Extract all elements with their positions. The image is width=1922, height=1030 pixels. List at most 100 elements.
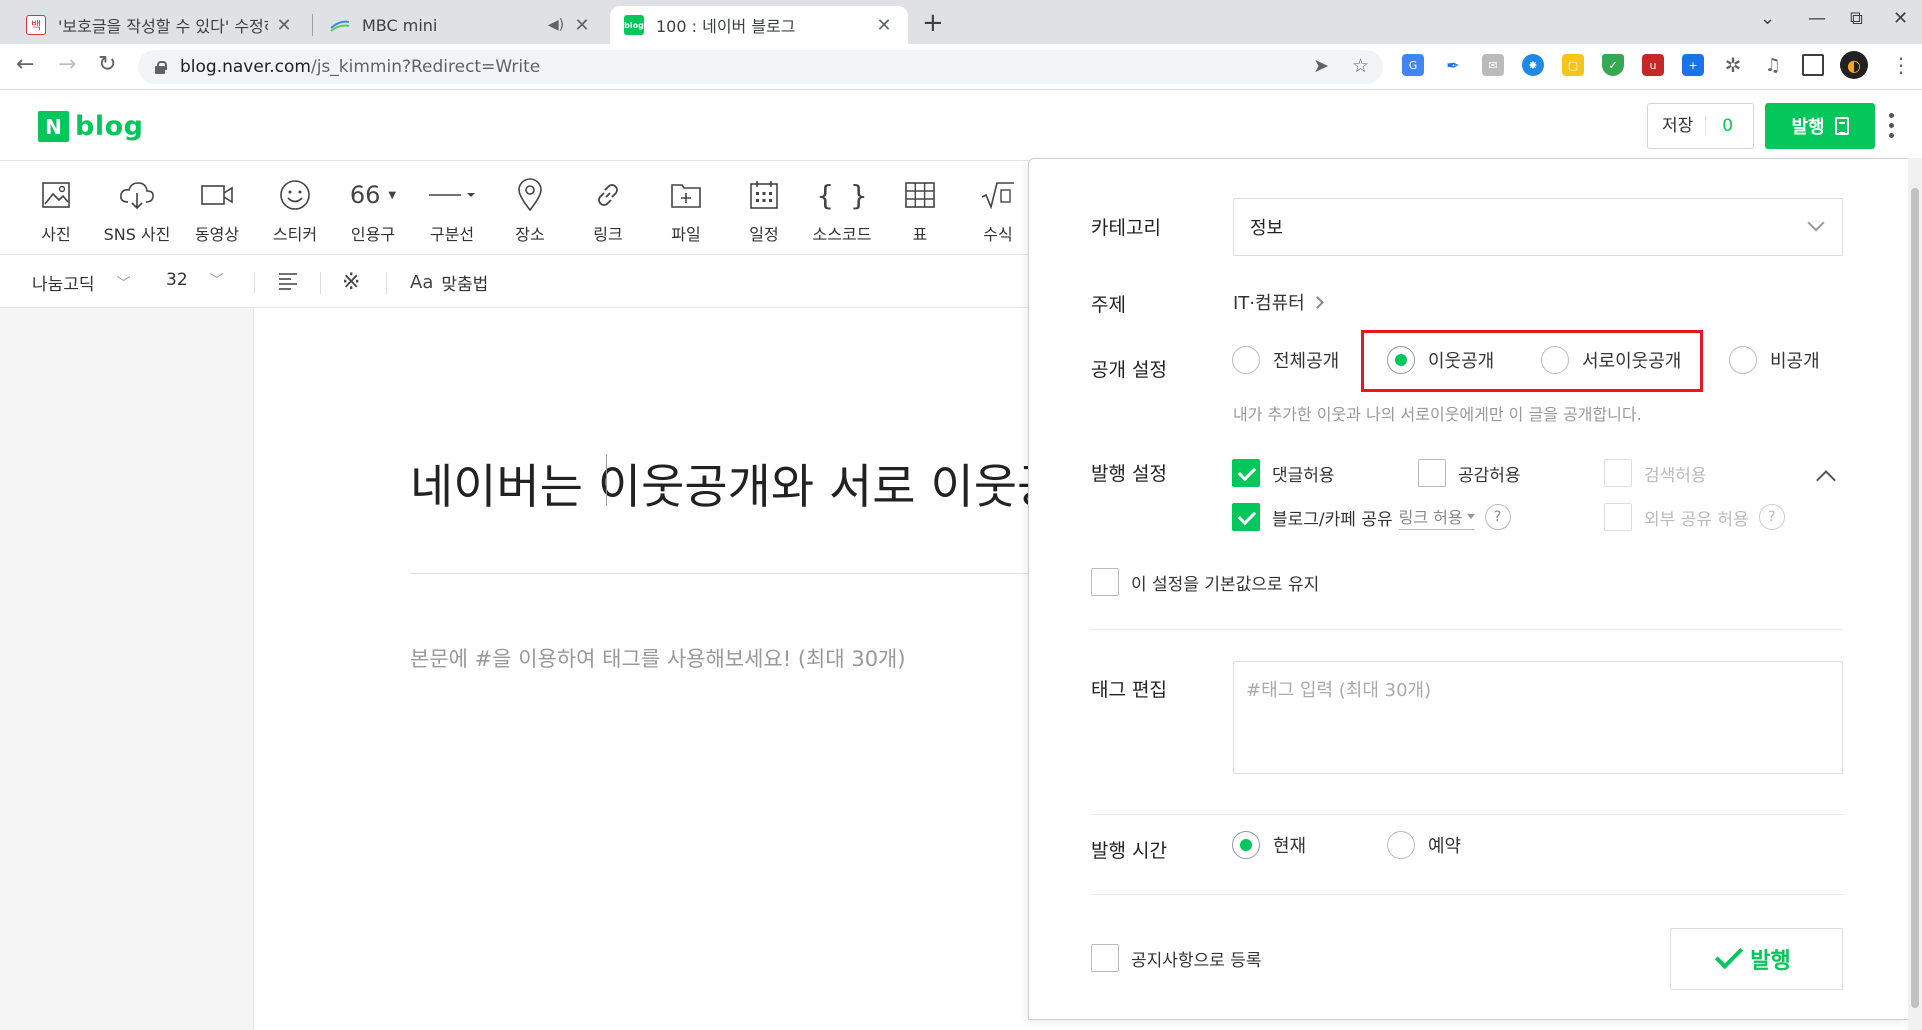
radio-public[interactable]: 전체공개 <box>1232 346 1339 374</box>
plus-extension-icon[interactable]: + <box>1682 54 1704 76</box>
browser-tab-3-active[interactable]: blog 100 : 네이버 블로그 ✕ <box>610 6 908 44</box>
scrollbar-thumb[interactable] <box>1911 188 1919 1008</box>
browser-tab-2[interactable]: MBC mini ◀) ✕ <box>316 6 606 44</box>
globe-extension-icon[interactable]: ✸ <box>1522 54 1544 76</box>
profile-avatar[interactable]: ◐ <box>1840 51 1868 79</box>
radio-time-now[interactable]: 현재 <box>1232 831 1306 859</box>
url-path: /js_kimmin?Redirect=Write <box>310 57 541 77</box>
tag-input[interactable]: #태그 입력 (최대 30개) <box>1233 661 1843 774</box>
topic-value: IT·컴퓨터 <box>1233 293 1305 314</box>
checkbox-checked <box>1232 503 1260 531</box>
naver-blog-logo[interactable]: N blog <box>38 111 143 142</box>
checkbox-allow-share[interactable]: 블로그/카페 공유 링크 허용 ? <box>1232 503 1511 531</box>
radio-time-reserve[interactable]: 예약 <box>1387 831 1461 859</box>
post-title[interactable]: 네이버는 이웃공개와 서로 이웃공개를 <box>410 448 1030 517</box>
tool-photo[interactable]: 사진 <box>17 175 95 245</box>
minimize-icon[interactable]: — <box>1808 8 1826 29</box>
checkbox-allow-comments[interactable]: 댓글허용 <box>1232 459 1335 487</box>
ublock-extension-icon[interactable]: u <box>1642 54 1664 76</box>
spellcheck-label: 맞춤법 <box>441 275 489 295</box>
checkbox-allow-search: 검색허용 <box>1604 459 1707 487</box>
saved-count[interactable]: 0 <box>1706 116 1733 136</box>
publish-button[interactable]: 발행 <box>1670 928 1843 990</box>
font-size-select[interactable]: 32 ﹀ <box>166 270 224 290</box>
shield-extension-icon[interactable]: ✓ <box>1602 54 1624 76</box>
reload-icon[interactable]: ↻ <box>98 52 116 77</box>
bookmark-star-icon[interactable]: ☆ <box>1352 55 1369 77</box>
video-icon <box>178 175 256 215</box>
body-placeholder[interactable]: 본문에 #을 이용하여 태그를 사용해보세요! (최대 30개) <box>410 643 906 673</box>
send-icon[interactable]: ➤ <box>1313 55 1329 77</box>
forward-icon[interactable]: → <box>58 52 76 77</box>
tag-label: 태그 편집 <box>1091 679 1167 701</box>
checkbox-label: 외부 공유 허용 <box>1644 509 1749 530</box>
topic-selector[interactable]: IT·컴퓨터 <box>1233 289 1324 315</box>
page-scrollbar[interactable] <box>1908 158 1922 1030</box>
lock-icon <box>154 61 167 74</box>
tool-sns-photo[interactable]: SNS 사진 <box>98 175 176 245</box>
translate-extension-icon[interactable]: G <box>1402 54 1424 76</box>
tool-schedule[interactable]: 일정 <box>725 175 803 245</box>
chrome-menu-icon[interactable]: ⋮ <box>1890 53 1912 77</box>
map-pin-icon <box>491 175 569 215</box>
radio-private[interactable]: 비공개 <box>1729 346 1820 374</box>
publish-time-label: 발행 시간 <box>1091 840 1167 862</box>
special-char-button[interactable]: ※ <box>342 270 360 295</box>
checkbox-allow-likes[interactable]: 공감허용 <box>1418 459 1521 487</box>
address-bar[interactable]: blog.naver.com/js_kimmin?Redirect=Write … <box>138 50 1383 84</box>
collapse-chevron-up-icon[interactable] <box>1816 470 1836 490</box>
tool-place[interactable]: 장소 <box>491 175 569 245</box>
tool-label: 인용구 <box>350 225 396 244</box>
browser-tab-1[interactable]: 백 '보호글을 작성할 수 있다' 수정하 ✕ <box>12 6 308 44</box>
help-icon[interactable]: ? <box>1758 504 1785 530</box>
checkbox-register-notice[interactable]: 공지사항으로 등록 <box>1091 944 1262 972</box>
close-tab-icon[interactable]: ✕ <box>572 15 592 36</box>
window-close-icon[interactable]: ✕ <box>1893 8 1908 29</box>
close-tab-icon[interactable]: ✕ <box>274 15 294 36</box>
quote-glyph: 66 <box>349 181 381 209</box>
naver-n-mark: N <box>38 111 69 142</box>
share-mode-select[interactable]: 링크 허용 <box>1398 504 1475 530</box>
tool-video[interactable]: 동영상 <box>178 175 256 245</box>
tab-search-chevron-icon[interactable]: ⌄ <box>1760 8 1775 29</box>
category-select[interactable]: 정보 <box>1233 198 1843 256</box>
close-tab-icon[interactable]: ✕ <box>874 15 894 36</box>
pen-extension-icon[interactable]: ✒ <box>1442 54 1464 76</box>
checkbox-label: 검색허용 <box>1644 465 1707 486</box>
tool-link[interactable]: 링크 <box>569 175 647 245</box>
save-button[interactable]: 저장 0 <box>1647 103 1754 149</box>
side-panel-icon[interactable] <box>1802 54 1824 76</box>
tool-label: 구분선 <box>429 225 475 244</box>
radio-circle-selected <box>1232 831 1260 859</box>
media-control-icon[interactable]: ♫ <box>1762 54 1784 76</box>
tool-file[interactable]: 파일 <box>647 175 725 245</box>
divider-icon <box>413 175 491 215</box>
logo-wordmark: blog <box>75 111 144 142</box>
font-family-select[interactable]: 나눔고딕 ﹀ <box>32 270 131 295</box>
back-icon[interactable]: ← <box>16 52 34 77</box>
publish-button-top[interactable]: 발행 <box>1765 103 1875 149</box>
tool-sticker[interactable]: 스티커 <box>256 175 334 245</box>
new-tab-button[interactable]: + <box>922 8 944 38</box>
tool-divider[interactable]: 구분선 <box>413 175 491 245</box>
puzzle-extensions-icon[interactable]: ✲ <box>1722 53 1744 77</box>
mail-extension-icon[interactable]: ✉ <box>1482 54 1504 76</box>
restore-icon[interactable]: ⧉ <box>1850 8 1863 29</box>
more-menu-icon[interactable] <box>1888 113 1894 138</box>
tool-formula[interactable]: 수식 <box>959 175 1037 245</box>
speaker-icon[interactable]: ◀) <box>546 17 566 33</box>
note-extension-icon[interactable]: ▢ <box>1562 54 1584 76</box>
align-left-button[interactable] <box>278 272 298 290</box>
publish-button-label: 발행 <box>1750 949 1791 974</box>
tool-quote[interactable]: 66 ▼ 인용구 <box>334 175 412 245</box>
chevron-right-icon <box>1310 295 1324 309</box>
spellcheck-button[interactable]: Aa 맞춤법 <box>410 270 488 295</box>
checkbox-label: 이 설정을 기본값으로 유지 <box>1131 574 1320 595</box>
checkbox-keep-default[interactable]: 이 설정을 기본값으로 유지 <box>1091 568 1319 596</box>
braces-icon: { } <box>816 178 868 212</box>
tool-source-code[interactable]: { } 소스코드 <box>803 175 881 245</box>
help-icon[interactable]: ? <box>1484 504 1511 530</box>
tool-table[interactable]: 표 <box>881 175 959 245</box>
align-left-icon <box>279 273 297 290</box>
sqrt-icon <box>959 175 1037 215</box>
